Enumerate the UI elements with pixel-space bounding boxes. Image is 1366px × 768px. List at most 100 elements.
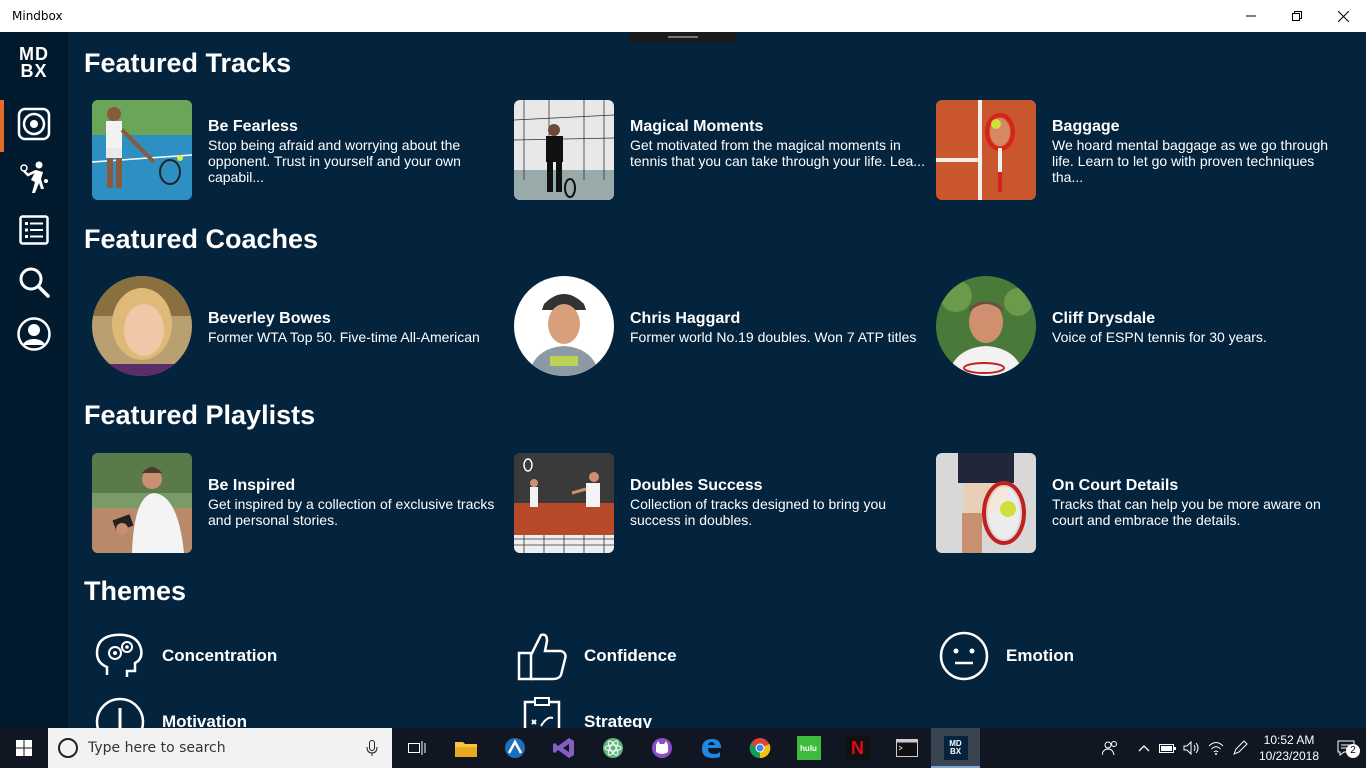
playlist-description: Collection of tracks designed to bring y…: [630, 496, 887, 528]
playlist-title: Be Inspired: [208, 477, 296, 494]
taskbar-browser-app[interactable]: [490, 728, 539, 768]
playlist-title: On Court Details: [1052, 477, 1179, 494]
task-view-button[interactable]: [392, 728, 441, 768]
theme-label: Concentration: [162, 646, 278, 665]
sidebar-item-home[interactable]: [0, 100, 68, 152]
sidebar-item-players[interactable]: [0, 154, 68, 202]
taskbar-search[interactable]: Type here to search: [48, 728, 392, 768]
exclamation-icon: [95, 697, 145, 728]
section-title-playlists: Featured Playlists: [84, 400, 316, 430]
track-title: Magical Moments: [630, 118, 764, 135]
coach-card[interactable]: Chris Haggard Former world No.19 doubles…: [506, 276, 916, 376]
restore-button[interactable]: [1274, 0, 1320, 32]
theme-strategy[interactable]: Strategy: [506, 696, 652, 728]
globe-app-icon: [504, 738, 525, 758]
people-icon: [1102, 741, 1117, 756]
coach-avatar: [936, 276, 1036, 376]
playlist-title: Doubles Success: [630, 477, 763, 494]
netflix-icon: N: [845, 736, 870, 760]
task-view-icon: [407, 741, 425, 755]
taskbar-chrome[interactable]: [735, 728, 784, 768]
coach-card[interactable]: Cliff Drysdale Voice of ESPN tennis for …: [928, 276, 1338, 376]
chrome-icon: [749, 738, 770, 759]
visual-studio-icon: [552, 738, 574, 758]
theme-label: Confidence: [584, 646, 677, 665]
mindbox-icon: MD BX: [943, 736, 968, 760]
theme-label: Emotion: [1006, 646, 1074, 665]
coach-name: Chris Haggard: [630, 310, 741, 327]
track-title: Be Fearless: [208, 118, 298, 135]
neutral-face-icon: [939, 631, 989, 681]
track-description: We hoard mental baggage as we go through…: [1052, 137, 1329, 185]
search-placeholder: Type here to search: [88, 740, 226, 756]
playlist-thumbnail: [514, 453, 614, 553]
sidebar-item-search[interactable]: [0, 258, 68, 306]
taskbar-atom[interactable]: [588, 728, 637, 768]
battery-icon: [1159, 744, 1176, 753]
close-icon: [1337, 10, 1349, 22]
battery-button[interactable]: [1156, 728, 1180, 768]
hulu-icon: hulu: [796, 736, 821, 760]
track-thumbnail: [936, 100, 1036, 200]
edge-icon: [701, 739, 721, 758]
sidebar-item-profile[interactable]: [0, 310, 68, 358]
pen-icon: [1233, 740, 1248, 755]
playlist-thumbnail: [936, 453, 1036, 553]
clipboard-strategy-icon: [523, 697, 561, 728]
playlist-card[interactable]: Doubles Success Collection of tracks des…: [506, 453, 916, 553]
taskbar-cat-app[interactable]: [637, 728, 686, 768]
action-center-button[interactable]: 2: [1326, 728, 1366, 768]
track-title: Baggage: [1052, 118, 1120, 135]
track-card[interactable]: Baggage We hoard mental baggage as we go…: [928, 100, 1338, 200]
app-logo[interactable]: MD BX: [14, 45, 54, 86]
playlist-card[interactable]: On Court Details Tracks that can help yo…: [928, 453, 1338, 553]
theme-motivation[interactable]: Motivation: [84, 696, 247, 728]
wifi-icon: [1208, 742, 1224, 755]
taskbar-hulu[interactable]: hulu: [784, 728, 833, 768]
taskbar-terminal[interactable]: [882, 728, 931, 768]
pen-button[interactable]: [1228, 728, 1252, 768]
folder-icon: [454, 742, 477, 757]
drag-handle[interactable]: [629, 32, 737, 43]
logo-line-2: BX: [20, 61, 48, 81]
netflix-label: N: [851, 737, 864, 758]
taskbar-visual-studio[interactable]: [539, 728, 588, 768]
section-title-tracks: Featured Tracks: [84, 48, 292, 78]
thumbs-up-icon: [517, 633, 567, 681]
volume-icon: [1183, 740, 1199, 756]
close-button[interactable]: [1320, 0, 1366, 32]
track-description: Get motivated from the magical moments i…: [630, 137, 925, 169]
taskbar-file-explorer[interactable]: [441, 728, 490, 768]
show-hidden-icons-button[interactable]: [1132, 728, 1156, 768]
theme-concentration[interactable]: Concentration: [84, 630, 277, 682]
windows-logo-icon: [16, 740, 32, 756]
taskbar-edge[interactable]: [686, 728, 735, 768]
minimize-icon: [1246, 15, 1256, 17]
taskbar-mindbox[interactable]: MD BX: [931, 728, 980, 768]
coach-card[interactable]: Beverley Bowes Former WTA Top 50. Five-t…: [84, 276, 494, 376]
coach-name: Beverley Bowes: [208, 310, 331, 327]
search-icon: [19, 267, 50, 298]
wifi-button[interactable]: [1204, 728, 1228, 768]
atom-icon: [602, 738, 623, 758]
restore-icon: [1292, 11, 1302, 21]
microphone-icon[interactable]: [366, 740, 378, 756]
theme-confidence[interactable]: Confidence: [506, 630, 677, 682]
track-card[interactable]: Magical Moments Get motivated from the m…: [506, 100, 925, 200]
sidebar-item-list[interactable]: [0, 206, 68, 254]
volume-button[interactable]: [1180, 728, 1204, 768]
clock[interactable]: 10:52 AM 10/23/2018: [1252, 732, 1326, 764]
chevron-up-icon: [1138, 745, 1150, 752]
start-button[interactable]: [0, 728, 48, 768]
theme-emotion[interactable]: Emotion: [928, 630, 1074, 682]
taskbar-netflix[interactable]: N: [833, 728, 882, 768]
playlist-card[interactable]: Be Inspired Get inspired by a collection…: [84, 453, 494, 553]
theme-label: Motivation: [162, 712, 247, 728]
coach-description: Voice of ESPN tennis for 30 years.: [1052, 329, 1267, 345]
track-thumbnail: [92, 100, 192, 200]
section-title-coaches: Featured Coaches: [84, 224, 319, 254]
playlist-description: Tracks that can help you be more aware o…: [1052, 496, 1321, 528]
minimize-button[interactable]: [1228, 0, 1274, 32]
track-card[interactable]: Be Fearless Stop being afraid and worryi…: [84, 100, 494, 200]
people-button[interactable]: [1098, 728, 1122, 768]
